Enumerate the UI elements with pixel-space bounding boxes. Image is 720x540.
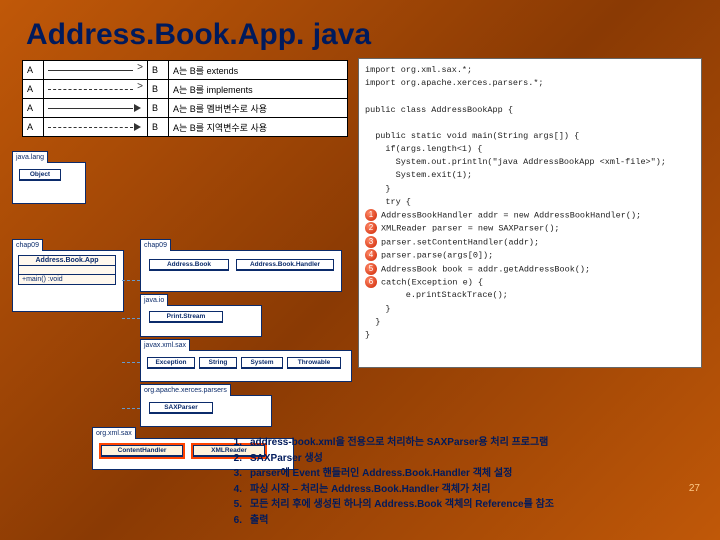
- legend-desc: A는 B를 지역변수로 사용: [169, 118, 348, 137]
- code-line: }: [365, 329, 695, 342]
- code-line: }: [365, 303, 695, 316]
- legend-arrow: [44, 118, 148, 137]
- legend-table: A B A는 B를 extends A B A는 B를 implements A…: [22, 60, 348, 137]
- step-text: address-book.xml을 전용으로 처리하는 SAXParser용 처…: [246, 435, 708, 451]
- step-badge-4: 4: [365, 249, 377, 261]
- legend-row: A B A는 B를 멤버변수로 사용: [23, 99, 348, 118]
- legend-a: A: [23, 80, 44, 99]
- code-line: public class AddressBookApp {: [365, 104, 695, 117]
- step-text: 파싱 시작 – 처리는 Address.Book.Handler 객체가 처리: [246, 482, 708, 498]
- step-num: 6.: [218, 513, 246, 529]
- legend-b: B: [148, 99, 169, 118]
- step-text: SAXParser 생성: [246, 451, 708, 467]
- step-text: parser에 Event 핸들러인 Address.Book.Handler …: [246, 466, 708, 482]
- cls-string: String: [200, 358, 236, 368]
- legend-arrow: [44, 61, 148, 80]
- pkg-xerces: org.apache.xerces.parsers: [140, 384, 231, 396]
- legend-row: A B A는 B를 지역변수로 사용: [23, 118, 348, 137]
- legend-a: A: [23, 99, 44, 118]
- code-line: parser.parse(args[0]);: [381, 250, 493, 260]
- legend-b: B: [148, 118, 169, 137]
- code-panel: import org.xml.sax.*; import org.apache.…: [358, 58, 702, 368]
- code-line: System.exit(1);: [365, 169, 695, 182]
- cls-object: Object: [20, 170, 60, 180]
- page-title: Address.Book.App. java: [26, 18, 371, 52]
- legend-b: B: [148, 61, 169, 80]
- code-line: import org.xml.sax.*;: [365, 64, 695, 77]
- code-line: try {: [365, 196, 695, 209]
- code-line: import org.apache.xerces.parsers.*;: [365, 77, 695, 90]
- code-line: public static void main(String args[]) {: [365, 130, 695, 143]
- code-line: e.printStackTrace();: [396, 290, 508, 300]
- cls-throwable: Throwable: [288, 358, 340, 368]
- step-badge-3: 3: [365, 236, 377, 248]
- code-line: if(args.length<1) {: [365, 143, 695, 156]
- cls-addressbookhandler: Address.Book.Handler: [237, 260, 333, 270]
- code-line: }: [365, 183, 695, 196]
- step-badge-1: 1: [365, 209, 377, 221]
- pkg-javaxsax: javax.xml.sax: [140, 339, 190, 351]
- step-num: 1.: [218, 435, 246, 451]
- legend-desc: A는 B를 멤버변수로 사용: [169, 99, 348, 118]
- code-line: }: [365, 316, 695, 329]
- cls-addressbook: Address.Book: [150, 260, 228, 270]
- legend-desc: A는 B를 implements: [169, 80, 348, 99]
- pkg-orgxmlsax: org.xml.sax: [92, 427, 136, 439]
- step-badge-2: 2: [365, 222, 377, 234]
- code-line: XMLReader parser = new SAXParser();: [381, 224, 560, 234]
- pkg-javalang: java.lang: [12, 151, 48, 163]
- code-line: AddressBook book = addr.getAddressBook()…: [381, 264, 590, 274]
- step-badge-5: 5: [365, 263, 377, 275]
- cls-system: System: [242, 358, 282, 368]
- step-text: 출력: [246, 513, 708, 529]
- code-line: parser.setContentHandler(addr);: [381, 237, 539, 247]
- code-line: AddressBookHandler addr = new AddressBoo…: [381, 210, 641, 220]
- cls-exception: Exception: [148, 358, 194, 368]
- step-num: 3.: [218, 466, 246, 482]
- legend-b: B: [148, 80, 169, 99]
- page-number: 27: [689, 483, 700, 494]
- step-badge-6: 6: [365, 276, 377, 288]
- cls-printstream: Print.Stream: [150, 312, 222, 322]
- step-num: 4.: [218, 482, 246, 498]
- legend-row: A B A는 B를 implements: [23, 80, 348, 99]
- legend-desc: A는 B를 extends: [169, 61, 348, 80]
- legend-arrow: [44, 80, 148, 99]
- step-num: 5.: [218, 497, 246, 513]
- cls-method: +main() :void: [19, 275, 115, 284]
- uml-diagram: java.lang Object chap09 Address.Book.App…: [12, 150, 362, 450]
- step-text: 모든 처리 후에 생성된 하나의 Address.Book 객체의 Refere…: [246, 497, 708, 513]
- legend-a: A: [23, 118, 44, 137]
- legend-arrow: [44, 99, 148, 118]
- cls-contenthandler: ContentHandler: [102, 446, 182, 456]
- code-line: catch(Exception e) {: [381, 277, 483, 287]
- pkg-chap09: chap09: [140, 239, 171, 251]
- pkg-chap09: chap09: [12, 239, 43, 251]
- code-line: System.out.println("java AddressBookApp …: [365, 156, 695, 169]
- step-num: 2.: [218, 451, 246, 467]
- cls-saxparser: SAXParser: [150, 403, 212, 413]
- legend-row: A B A는 B를 extends: [23, 61, 348, 80]
- pkg-javaio: java.io: [140, 294, 168, 306]
- legend-a: A: [23, 61, 44, 80]
- cls-addressbookapp: Address.Book.App: [19, 256, 115, 266]
- steps-list: 1.address-book.xml을 전용으로 처리하는 SAXParser용…: [218, 435, 708, 528]
